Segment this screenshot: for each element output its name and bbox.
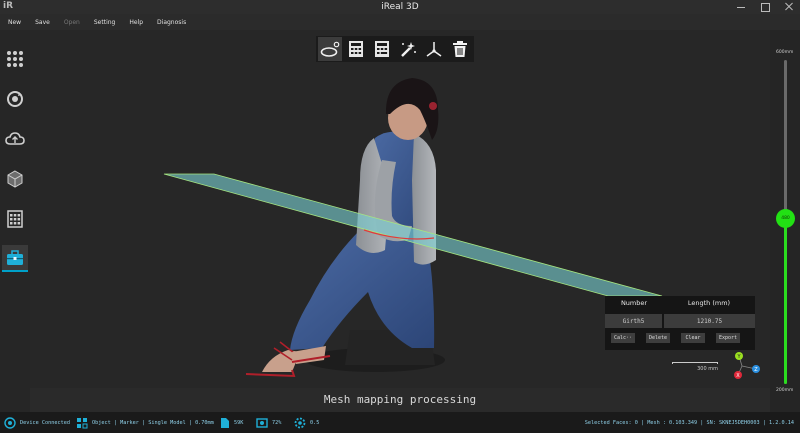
measurement-header: Number Length (mm) xyxy=(605,296,755,310)
fps-text: 59K xyxy=(234,419,244,426)
calculator-add-icon[interactable] xyxy=(344,37,368,61)
measurement-name: Girth5 xyxy=(605,314,662,328)
texture-status: 72% xyxy=(256,412,281,433)
gear-icon xyxy=(294,417,306,428)
slider-max-label: 600mm xyxy=(776,50,794,55)
top-toolbar xyxy=(316,36,474,62)
axis-gizmo[interactable]: Y X Z xyxy=(728,350,764,380)
quality-text: 0.5 xyxy=(310,419,320,426)
measurement-length: 1210.75 xyxy=(664,314,755,328)
menu-open[interactable]: Open xyxy=(64,19,80,26)
cloud-upload-icon[interactable] xyxy=(4,128,26,150)
status-message: Mesh mapping processing xyxy=(30,388,770,412)
scan-mode-text: Object | Marker | Single Model | 0.70mm xyxy=(92,419,214,426)
menu-diagnosis[interactable]: Diagnosis xyxy=(157,19,186,26)
status-right: Selected Faces: 0 | Mesh : 0.103.349 | S… xyxy=(585,412,794,433)
calculator-icon[interactable] xyxy=(4,208,26,230)
menu-save[interactable]: Save xyxy=(35,19,50,26)
3d-viewport[interactable] xyxy=(30,30,770,412)
scene-render xyxy=(163,78,663,378)
maximize-icon[interactable] xyxy=(760,2,770,12)
texture-text: 72% xyxy=(272,419,282,426)
minimize-icon[interactable] xyxy=(736,2,746,12)
grid-apps-icon[interactable] xyxy=(4,48,26,70)
header-length: Length (mm) xyxy=(687,299,731,307)
toolbox-icon[interactable] xyxy=(2,245,28,272)
axis-icon[interactable] xyxy=(422,37,446,61)
menu-new[interactable]: New xyxy=(8,19,21,26)
status-bar: Device Connected Object | Marker | Singl… xyxy=(0,412,800,433)
menu-help[interactable]: Help xyxy=(129,19,143,26)
device-connected-icon xyxy=(4,416,16,429)
export-button[interactable]: Export xyxy=(716,333,740,343)
header-number: Number xyxy=(620,299,648,307)
depth-slider-panel: 600mm 480 200mm xyxy=(770,30,800,412)
measurement-row[interactable]: Girth5 1210.75 xyxy=(605,314,755,328)
menu-bar: New Save Open Setting Help Diagnosis xyxy=(0,14,800,30)
scale-bar: 300 mm xyxy=(672,362,718,372)
measurement-panel: Number Length (mm) Girth5 1210.75 Calc··… xyxy=(605,296,755,350)
window-controls xyxy=(736,0,794,14)
file-icon xyxy=(221,417,229,428)
magic-wand-icon[interactable] xyxy=(396,37,420,61)
device-status-text: Device Connected xyxy=(20,419,70,426)
fps-status: 59K xyxy=(220,412,243,433)
scale-label: 300 mm xyxy=(697,366,718,372)
slider-value: 480 xyxy=(781,216,790,222)
slider-min-label: 200mm xyxy=(776,388,794,393)
left-sidebar xyxy=(0,30,30,412)
cube-icon[interactable] xyxy=(4,168,26,190)
depth-slider-fill xyxy=(784,218,787,384)
depth-slider-handle[interactable]: 480 xyxy=(776,209,795,229)
scale-line xyxy=(672,362,718,364)
delete-button[interactable]: Delete xyxy=(646,333,670,343)
status-right-text: Selected Faces: 0 | Mesh : 0.103.349 | S… xyxy=(584,419,794,426)
measurement-actions: Calc·· Delete Clear Export xyxy=(611,333,740,343)
close-icon[interactable] xyxy=(784,2,794,12)
clear-button[interactable]: Clear xyxy=(681,333,705,343)
gizmo-z-label: Z xyxy=(754,367,758,373)
scan-mode: Object | Marker | Single Model | 0.70mm xyxy=(76,412,214,433)
trash-icon[interactable] xyxy=(448,37,472,61)
scan-mode-icon xyxy=(77,417,88,428)
quality-status: 0.5 xyxy=(294,412,319,433)
gizmo-x-label: X xyxy=(736,373,740,379)
calculator-icon[interactable] xyxy=(370,37,394,61)
menu-setting[interactable]: Setting xyxy=(94,19,115,26)
device-status: Device Connected xyxy=(4,412,70,433)
camera-icon xyxy=(256,417,268,428)
girth-measure-icon[interactable] xyxy=(318,37,342,61)
calc-button[interactable]: Calc·· xyxy=(611,333,635,343)
title-bar: iR iReal 3D xyxy=(0,0,800,14)
refresh-circle-icon[interactable] xyxy=(4,88,26,110)
app-title: iReal 3D xyxy=(381,2,419,12)
